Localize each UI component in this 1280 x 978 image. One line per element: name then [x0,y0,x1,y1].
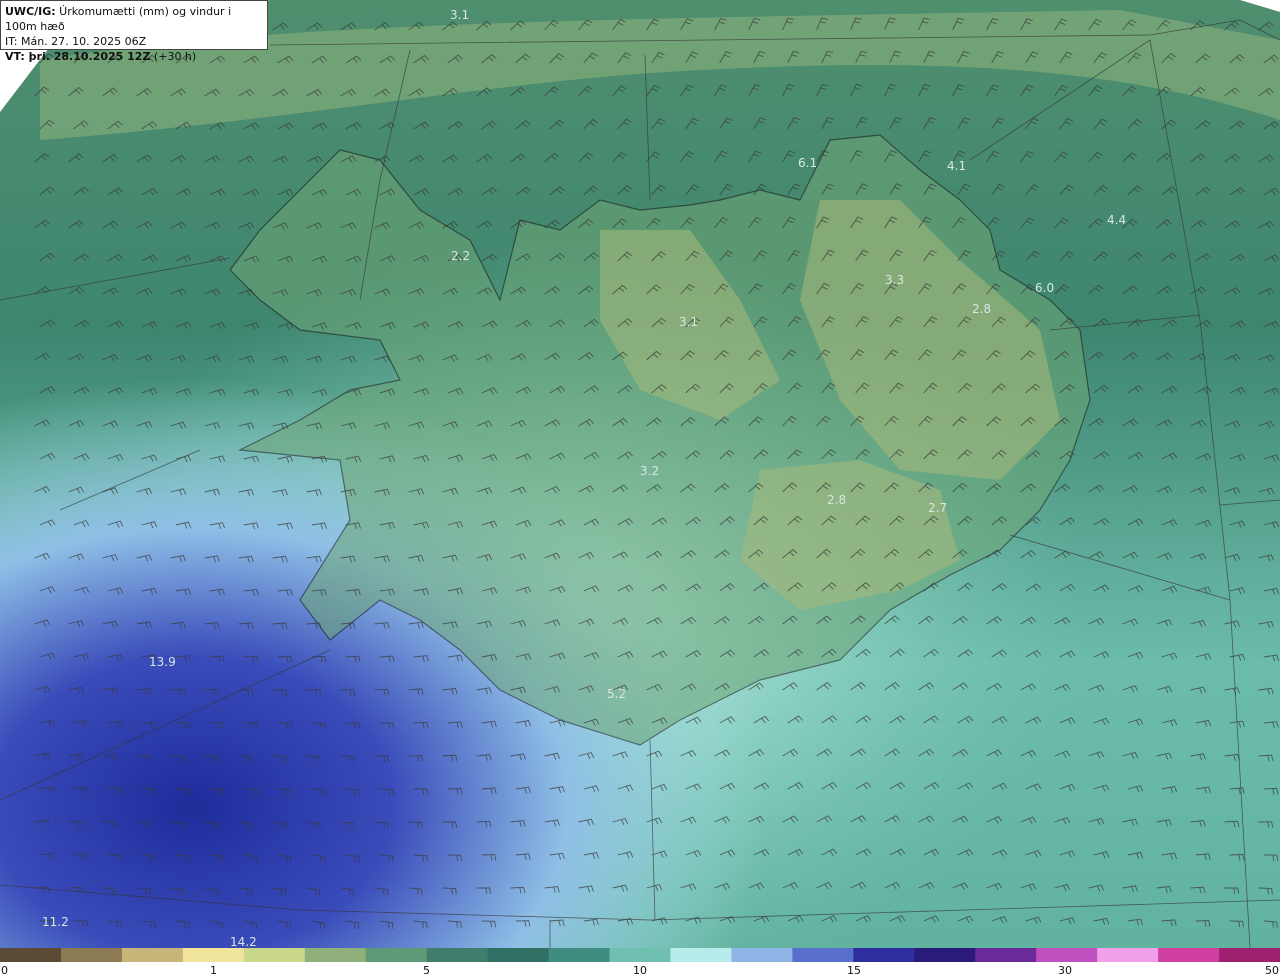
colorbar-segment [1036,948,1098,962]
colorbar-segment [182,948,245,962]
colorbar-tick: 50 [1265,964,1279,977]
colorbar-segment [731,948,793,962]
map-value: 3.2 [640,464,659,478]
colorbar-segment [975,948,1037,962]
map-value: 3.1 [679,315,698,329]
map-value: 11.2 [42,915,69,929]
colorbar-segment [365,948,428,962]
colorbar-segment [914,948,976,962]
map-value: 6.1 [798,156,817,170]
model-name: UWC/IG: [5,5,56,18]
map-value: 13.9 [149,655,176,669]
precipitation-colorbar [0,948,1280,962]
map-value: 14.2 [230,935,257,948]
valid-time: VT: þri. 28.10.2025 12Z [5,50,151,63]
colorbar-segment [1097,948,1159,962]
map-value: 5.2 [607,687,626,701]
map-value: 3.3 [885,273,904,287]
valid-time-line: VT: þri. 28.10.2025 12Z (+30 h) [5,49,263,64]
colorbar-segment [121,948,184,962]
colorbar-segment [792,948,854,962]
colorbar-segment [304,948,367,962]
map-value: 4.4 [1107,213,1126,227]
precipitation-wind-map: 3.1 6.1 4.1 4.4 2.2 3.3 6.0 2.8 3.1 3.2 … [0,0,1280,948]
map-value: 6.0 [1035,281,1054,295]
colorbar-segment [0,948,62,962]
colorbar-segment [426,948,489,962]
map-value: 2.7 [928,501,947,515]
colorbar-labels: 0 1 5 10 15 30 50 [0,962,1280,978]
colorbar-tick: 1 [210,964,217,977]
title-line: UWC/IG: Úrkomumætti (mm) og vindur i 100… [5,4,263,34]
colorbar-segment [853,948,915,962]
colorbar-tick: 5 [423,964,430,977]
colorbar-segment [487,948,550,962]
map-value: 4.1 [947,159,966,173]
init-time: IT: Mán. 27. 10. 2025 06Z [5,35,147,48]
forecast-offset: (+30 h) [150,50,197,63]
colorbar-segment [1219,948,1280,962]
map-value: 3.1 [450,8,469,22]
colorbar-tick: 10 [633,964,647,977]
map-title-box: UWC/IG: Úrkomumætti (mm) og vindur i 100… [0,0,268,63]
colorbar-segment [609,948,671,962]
map-value: 2.8 [972,302,991,316]
map-value: 2.8 [827,493,846,507]
colorbar-tick: 15 [847,964,861,977]
colorbar-segment [548,948,611,962]
map-value: 2.2 [451,249,470,263]
colorbar-segment [60,948,123,962]
colorbar-segment [1158,948,1220,962]
colorbar-segment [243,948,306,962]
colorbar-tick: 0 [1,964,8,977]
colorbar-tick: 30 [1058,964,1072,977]
colorbar-segment [670,948,732,962]
